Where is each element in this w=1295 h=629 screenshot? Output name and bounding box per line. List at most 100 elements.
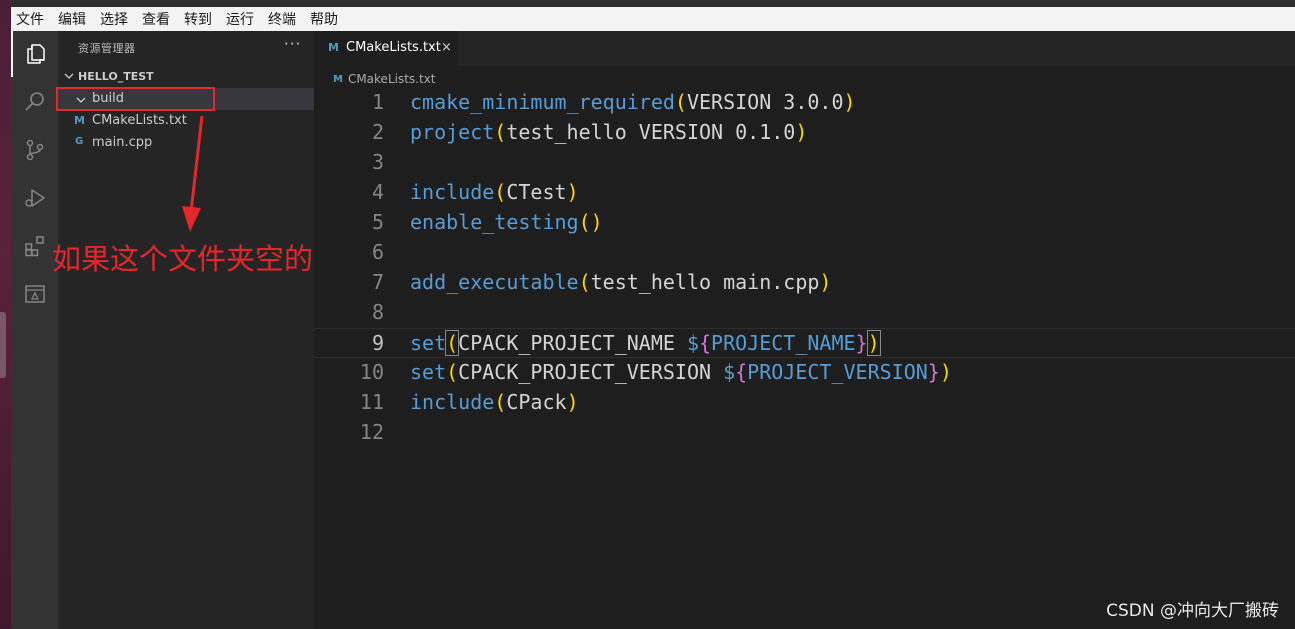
code-token: CPACK_PROJECT_VERSION [458, 360, 724, 384]
code-token: $ [686, 331, 699, 355]
code-line[interactable]: 9 set(CPACK_PROJECT_NAME ${PROJECT_NAME}) [314, 328, 1295, 358]
code-token: ) [866, 330, 881, 356]
code-token: ) [566, 390, 579, 414]
code-text: enable_testing() [410, 210, 603, 234]
menu-item[interactable]: 编辑 [58, 9, 86, 29]
code-token: } [927, 360, 940, 384]
code-text: include(CPack) [410, 390, 579, 414]
code-token: ) [819, 270, 832, 294]
code-line[interactable]: 3 [314, 148, 1295, 178]
code-text: cmake_minimum_required(VERSION 3.0.0) [410, 90, 856, 114]
tree-item-label: CMakeLists.txt [92, 113, 187, 128]
code-token: set [410, 331, 447, 355]
code-token: ( [494, 180, 507, 204]
code-token: ( [445, 330, 460, 356]
code-token: test_hello VERSION 0.1.0 [506, 120, 796, 144]
code-token: include [410, 180, 495, 204]
line-number: 3 [371, 150, 384, 174]
code-line[interactable]: 7 add_executable(test_hello main.cpp) [314, 268, 1295, 298]
line-number: 5 [371, 210, 384, 234]
line-number: 10 [359, 360, 384, 384]
code-line[interactable]: 2 project(test_hello VERSION 0.1.0) [314, 118, 1295, 148]
watermark: CSDN @冲向大厂搬砖 [1106, 601, 1279, 621]
code-token: ) [939, 360, 952, 384]
code-line[interactable]: 6 [314, 238, 1295, 268]
line-number: 8 [371, 300, 384, 324]
highlight-box [56, 87, 215, 111]
code-token: PROJECT_VERSION [747, 360, 928, 384]
code-line[interactable]: 11 include(CPack) [314, 388, 1295, 418]
code-token: CTest [506, 180, 567, 204]
code-token: { [735, 360, 748, 384]
workspace-name: HELLO_TEST [78, 70, 154, 83]
sidebar-title: 资源管理器 [78, 42, 136, 55]
code-token: $ [723, 360, 736, 384]
breadcrumb[interactable]: M CMakeLists.txt [333, 69, 436, 89]
close-icon[interactable]: × [441, 40, 452, 55]
code-token: enable_testing [410, 210, 579, 234]
annotation-arrow [182, 115, 204, 232]
code-line[interactable]: 8 [314, 298, 1295, 328]
line-number: 1 [371, 90, 384, 114]
code-token: ) [843, 90, 856, 114]
desktop-dock-edge [0, 0, 11, 629]
tree-item-label: main.cpp [92, 135, 153, 150]
remote-explorer-icon[interactable] [11, 271, 58, 317]
code-text: project(test_hello VERSION 0.1.0) [410, 120, 807, 144]
tab-cmakelists[interactable]: M CMakeLists.txt × [314, 31, 458, 66]
extensions-icon[interactable] [11, 223, 58, 269]
code-text: include(CTest) [410, 180, 579, 204]
code-token: ( [674, 90, 687, 114]
code-token: CPACK_PROJECT_NAME [458, 331, 687, 355]
chevron-down-icon [64, 73, 74, 79]
line-number: 9 [371, 331, 384, 355]
tab-label: CMakeLists.txt [346, 40, 441, 55]
editor-tab-bar: M CMakeLists.txt × [314, 31, 1295, 66]
code-token: ( [494, 390, 507, 414]
menu-item[interactable]: 查看 [142, 9, 170, 29]
code-text: set(CPACK_PROJECT_VERSION ${PROJECT_VERS… [410, 360, 952, 384]
search-icon[interactable] [11, 79, 58, 125]
menu-item[interactable]: 转到 [184, 9, 212, 29]
code-token: ( [446, 360, 459, 384]
code-token: add_executable [410, 270, 579, 294]
code-token: VERSION 3.0.0 [686, 90, 844, 114]
dock-handle [0, 312, 6, 378]
breadcrumb-file: CMakeLists.txt [347, 72, 436, 86]
code-line[interactable]: 5 enable_testing() [314, 208, 1295, 238]
code-token: test_hello main.cpp [590, 270, 820, 294]
explorer-icon[interactable] [11, 31, 58, 77]
code-token: ) [795, 120, 808, 144]
code-line[interactable]: 4 include(CTest) [314, 178, 1295, 208]
menu-item[interactable]: 帮助 [310, 9, 338, 29]
menu-bar: 文件 编辑 选择 查看 转到 运行 终端 帮助 [11, 7, 1295, 31]
code-token: ( [494, 120, 507, 144]
source-control-icon[interactable] [11, 127, 58, 173]
code-token: ( [578, 270, 591, 294]
line-number: 7 [371, 270, 384, 294]
menu-item[interactable]: 运行 [226, 9, 254, 29]
menu-item[interactable]: 文件 [16, 9, 44, 29]
code-line[interactable]: 10 set(CPACK_PROJECT_VERSION ${PROJECT_VE… [314, 358, 1295, 388]
menu-item[interactable]: 终端 [268, 9, 296, 29]
line-number: 11 [359, 390, 384, 414]
code-token: include [410, 390, 495, 414]
cmake-file-icon: M [328, 41, 339, 54]
run-debug-icon[interactable] [11, 175, 58, 221]
annotation-text: 如果这个文件夹空的 [52, 242, 314, 276]
line-number: 12 [359, 420, 384, 444]
code-token: () [578, 210, 603, 234]
workspace-section-header[interactable]: HELLO_TEST [58, 67, 314, 87]
code-line[interactable]: 12 [314, 418, 1295, 448]
code-token: PROJECT_NAME [711, 331, 856, 355]
line-number: 6 [371, 240, 384, 264]
code-token: ) [566, 180, 579, 204]
line-number: 4 [371, 180, 384, 204]
menu-item[interactable]: 选择 [100, 9, 128, 29]
more-actions-icon[interactable]: ··· [284, 35, 301, 53]
code-editor[interactable]: M CMakeLists.txt 1 cmake_minimum_required… [314, 66, 1295, 629]
code-text: add_executable(test_hello main.cpp) [410, 270, 831, 294]
code-token: set [410, 360, 447, 384]
code-line[interactable]: 1 cmake_minimum_required(VERSION 3.0.0) [314, 88, 1295, 118]
cmake-file-icon: M [333, 73, 343, 85]
